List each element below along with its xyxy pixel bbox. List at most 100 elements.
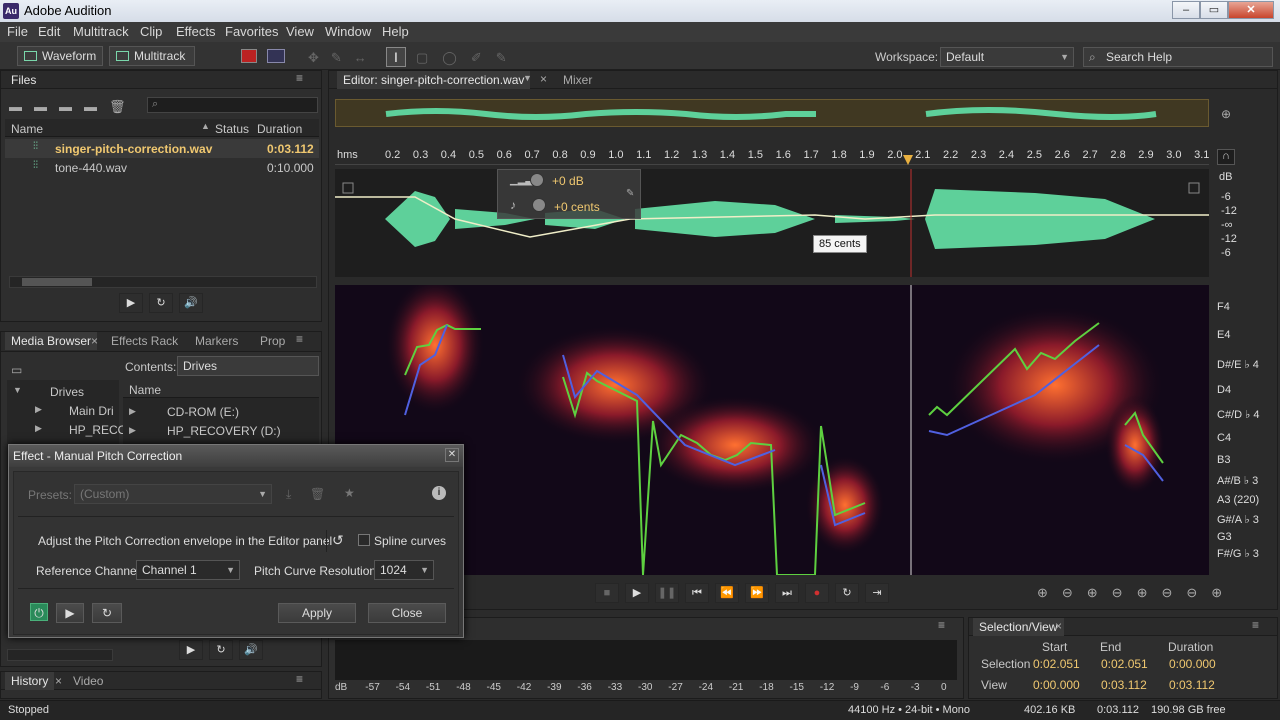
list-header-label[interactable]: Name (129, 383, 161, 397)
presets-select[interactable]: (Custom) ▼ (74, 484, 272, 504)
pin-icon[interactable]: ✎ (626, 188, 634, 199)
expand-icon[interactable]: ▼ (13, 385, 22, 395)
resolution-select[interactable]: 1024 ▼ (374, 560, 434, 580)
drive-icon[interactable]: ▭ (11, 363, 22, 377)
selection-end[interactable]: 0:02.051 (1101, 657, 1148, 671)
info-icon[interactable]: i (432, 486, 446, 500)
view-start[interactable]: 0:00.000 (1033, 678, 1080, 692)
favorite-star-icon[interactable]: ★ (344, 486, 355, 500)
files-tool-icons[interactable]: ▬▬▬▬🗑 (9, 99, 138, 115)
table-row[interactable]: ⫶⫶ tone-440.wav 0:10.000 (5, 158, 319, 177)
ref-channel-select[interactable]: Channel 1 ▼ (136, 560, 240, 580)
close-dialog-button[interactable]: Close (368, 603, 446, 623)
panel-menu-icon[interactable]: ≡ (296, 332, 303, 346)
list-item[interactable]: CD-ROM (E:) (167, 405, 239, 419)
spectral-pitch-icon[interactable] (267, 49, 285, 63)
next-icon[interactable]: ⏭ (775, 583, 799, 603)
panel-menu-icon[interactable]: ≡ (296, 672, 303, 686)
tab-mixer[interactable]: Mixer (557, 71, 598, 89)
tab-video[interactable]: Video (67, 672, 109, 690)
expand-icon[interactable]: ▶ (129, 406, 136, 417)
edit-tools[interactable]: ✥✎↔ (308, 50, 379, 66)
tab-effects-rack[interactable]: Effects Rack (105, 332, 184, 350)
close-icon[interactable]: × (55, 674, 62, 688)
power-icon[interactable]: ⏻ (30, 603, 48, 621)
expand-icon[interactable]: ▶ (35, 404, 42, 415)
tab-selection-view[interactable]: Selection/View (973, 618, 1064, 636)
close-button[interactable]: ✕ (1228, 1, 1274, 19)
col-name[interactable]: Name (11, 122, 43, 136)
menu-window[interactable]: Window (325, 24, 371, 39)
zoom-icon[interactable]: ⊕ (1221, 107, 1231, 121)
selection-duration[interactable]: 0:00.000 (1169, 657, 1216, 671)
menu-clip[interactable]: Clip (140, 24, 162, 39)
fast-forward-icon[interactable]: ⏩ (745, 583, 769, 603)
save-preset-icon[interactable]: ⤓ (286, 487, 291, 502)
time-ruler[interactable]: hms 0.2 0.3 0.4 0.5 0.6 0.7 0.8 0.9 1.0 1.1 1.2 1.3… (335, 147, 1209, 165)
previous-icon[interactable]: ⏮ (685, 583, 709, 603)
panel-menu-icon[interactable]: ≡ (1252, 618, 1259, 632)
tree-item[interactable]: HP_RECO (69, 423, 127, 437)
contents-select[interactable]: Drives (177, 356, 319, 376)
col-status[interactable]: Status (215, 122, 249, 136)
panel-menu-icon[interactable]: ≡ (938, 618, 945, 632)
list-item[interactable]: HP_RECOVERY (D:) (167, 424, 281, 438)
loop-icon[interactable]: ↻ (92, 603, 122, 623)
selection-tools[interactable]: ▢◯✐✎ (416, 50, 521, 66)
view-duration[interactable]: 0:03.112 (1169, 678, 1215, 692)
loop-icon[interactable]: ↻ (149, 293, 173, 313)
autoplay-icon[interactable]: 🔊 (179, 293, 203, 313)
files-scrollbar[interactable] (9, 276, 317, 288)
volume-knob[interactable] (530, 173, 544, 187)
pitch-knob[interactable] (532, 198, 546, 212)
col-duration[interactable]: Duration (257, 122, 302, 136)
tree-item[interactable]: Main Dri (69, 404, 114, 418)
chevron-down-icon[interactable]: ▼ (523, 73, 532, 83)
tab-history[interactable]: History (5, 672, 55, 690)
delete-preset-icon[interactable]: 🗑 (310, 487, 325, 501)
overview-bar[interactable] (335, 99, 1209, 127)
waveform-display[interactable]: 85 cents (335, 169, 1209, 277)
snap-icon[interactable]: ∩ (1217, 149, 1235, 165)
menu-edit[interactable]: Edit (38, 24, 60, 39)
close-icon[interactable]: ✕ (445, 448, 459, 462)
close-icon[interactable]: × (91, 334, 98, 348)
maximize-button[interactable]: ▭ (1200, 1, 1228, 19)
multitrack-button[interactable]: Multitrack (109, 46, 195, 66)
play-icon[interactable]: ▶ (56, 603, 84, 623)
expand-icon[interactable]: ▶ (129, 425, 136, 436)
rewind-icon[interactable]: ⏪ (715, 583, 739, 603)
zoom-controls[interactable]: ⊕⊖⊕⊖⊕⊖⊖⊕ (1037, 585, 1236, 601)
menu-help[interactable]: Help (382, 24, 409, 39)
tab-markers[interactable]: Markers (189, 332, 244, 350)
menu-favorites[interactable]: Favorites (225, 24, 278, 39)
tab-media-browser[interactable]: Media Browser (5, 332, 98, 350)
play-icon[interactable]: ▶ (625, 583, 649, 603)
menu-file[interactable]: File (7, 24, 28, 39)
autoplay-icon[interactable]: 🔊 (239, 640, 263, 660)
apply-button[interactable]: Apply (278, 603, 356, 623)
play-icon[interactable]: ▶ (179, 640, 203, 660)
stop-icon[interactable]: ■ (595, 583, 619, 603)
dialog-titlebar[interactable]: Effect - Manual Pitch Correction ✕ (9, 445, 463, 467)
spectral-frequency-icon[interactable] (241, 49, 257, 63)
tab-editor[interactable]: Editor: singer-pitch-correction.wav (337, 71, 531, 89)
expand-icon[interactable]: ▶ (35, 423, 42, 434)
close-icon[interactable]: × (540, 72, 547, 86)
menu-view[interactable]: View (286, 24, 314, 39)
workspace-select[interactable]: Default ▼ (940, 47, 1074, 67)
files-search-input[interactable]: ⌕ (147, 97, 318, 113)
media-scrollbar[interactable] (7, 649, 113, 661)
scrollbar-thumb[interactable] (22, 278, 92, 286)
skip-icon[interactable]: ⇥ (865, 583, 889, 603)
tab-properties[interactable]: Prop (254, 332, 291, 350)
tree-item[interactable]: Drives (50, 385, 84, 399)
spline-checkbox[interactable] (358, 534, 370, 546)
minimize-button[interactable]: – (1172, 1, 1200, 19)
view-end[interactable]: 0:03.112 (1101, 678, 1147, 692)
time-selection-tool-icon[interactable]: I (386, 47, 406, 67)
menu-effects[interactable]: Effects (176, 24, 216, 39)
panel-menu-icon[interactable]: ≡ (296, 71, 303, 85)
waveform-button[interactable]: Waveform (17, 46, 103, 66)
pitch-display[interactable] (335, 285, 1209, 575)
